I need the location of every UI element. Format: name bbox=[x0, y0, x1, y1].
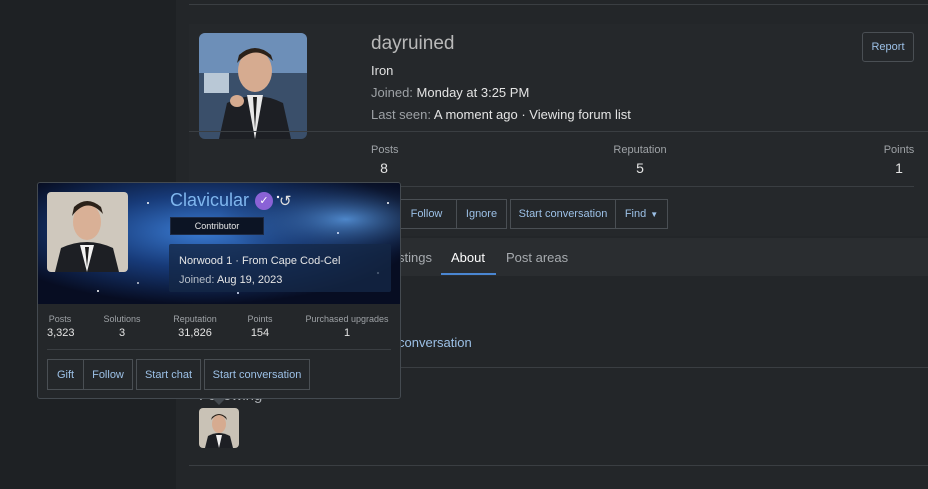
stat-reputation-value: 5 bbox=[636, 160, 644, 176]
tab-postings[interactable]: stings bbox=[398, 250, 432, 265]
tooltip-stat-solutions: Solutions 3 bbox=[100, 314, 144, 339]
tab-post-areas[interactable]: Post areas bbox=[506, 250, 568, 265]
joined-line: Joined: Monday at 3:25 PM bbox=[371, 85, 529, 100]
bottom-divider bbox=[189, 465, 928, 466]
start-conversation-button[interactable]: Start conversation bbox=[510, 199, 616, 229]
tooltip-username[interactable]: Clavicular ✓ ↺ bbox=[170, 190, 292, 211]
history-icon[interactable]: ↺ bbox=[279, 192, 292, 210]
find-button[interactable]: Find ▼ bbox=[615, 199, 668, 229]
stat-reputation-label: Reputation bbox=[613, 144, 667, 156]
tooltip-stat-posts-label: Posts bbox=[48, 314, 72, 324]
ignore-button[interactable]: Ignore bbox=[456, 199, 507, 229]
start-conversation-link[interactable]: conversation bbox=[398, 335, 472, 350]
last-seen-value: A moment ago · Viewing forum list bbox=[433, 107, 631, 122]
tooltip-location: Norwood 1 · From Cape Cod-Cel bbox=[179, 255, 341, 267]
contributor-badge: Contributor bbox=[170, 217, 264, 235]
tooltip-joined-line: Joined: Aug 19, 2023 bbox=[179, 271, 381, 290]
tab-about[interactable]: About bbox=[451, 250, 485, 265]
stat-posts: Posts 8 bbox=[371, 144, 399, 176]
gift-button[interactable]: Gift bbox=[47, 359, 84, 390]
tooltip-pointer bbox=[212, 398, 226, 405]
report-button[interactable]: Report bbox=[862, 32, 914, 62]
tooltip-avatar[interactable] bbox=[47, 192, 128, 272]
tooltip-stat-upgrades-label: Purchased upgrades bbox=[305, 314, 389, 324]
tooltip-start-conversation-button[interactable]: Start conversation bbox=[204, 359, 310, 390]
member-tooltip: Clavicular ✓ ↺ Contributor Norwood 1 · F… bbox=[37, 182, 401, 399]
tooltip-stat-points: Points 154 bbox=[245, 314, 275, 339]
stat-points-label: Points bbox=[883, 144, 915, 156]
tooltip-follow-button[interactable]: Follow bbox=[83, 359, 133, 390]
caret-down-icon: ▼ bbox=[650, 209, 659, 219]
tooltip-username-text: Clavicular bbox=[170, 190, 250, 210]
tooltip-info-box: Norwood 1 · From Cape Cod-Cel Joined: Au… bbox=[169, 244, 391, 292]
tooltip-stat-upgrades: Purchased upgrades 1 bbox=[300, 314, 394, 339]
tooltip-stat-points-value: 154 bbox=[250, 327, 270, 339]
tooltip-divider bbox=[47, 349, 391, 350]
tooltip-stat-posts-value: 3,323 bbox=[47, 327, 75, 339]
follow-button[interactable]: Follow bbox=[396, 199, 457, 229]
following-avatar[interactable] bbox=[199, 408, 239, 448]
start-chat-button[interactable]: Start chat bbox=[136, 359, 201, 390]
verified-check-icon: ✓ bbox=[255, 191, 274, 210]
joined-value: Monday at 3:25 PM bbox=[416, 85, 530, 100]
tooltip-stat-solutions-value: 3 bbox=[118, 327, 126, 339]
tooltip-stat-points-label: Points bbox=[247, 314, 273, 324]
profile-avatar[interactable] bbox=[199, 33, 307, 139]
stat-points-value: 1 bbox=[895, 160, 903, 176]
find-label: Find bbox=[624, 208, 647, 220]
stat-posts-label: Posts bbox=[371, 144, 399, 156]
stat-reputation: Reputation 5 bbox=[612, 144, 668, 176]
stat-points: Points 1 bbox=[882, 144, 916, 176]
tooltip-stat-reputation: Reputation 31,826 bbox=[169, 314, 221, 339]
stat-posts-value: 8 bbox=[380, 160, 388, 176]
tooltip-stat-solutions-label: Solutions bbox=[103, 314, 141, 324]
tooltip-stat-reputation-value: 31,826 bbox=[178, 327, 212, 339]
top-divider bbox=[189, 4, 928, 5]
stats-bottom-divider bbox=[371, 186, 914, 187]
tooltip-stat-reputation-label: Reputation bbox=[173, 314, 217, 324]
profile-rank: Iron bbox=[371, 63, 394, 78]
tooltip-stat-posts: Posts 3,323 bbox=[47, 314, 75, 339]
last-seen-line: Last seen: A moment ago · Viewing forum … bbox=[371, 107, 631, 122]
tooltip-joined-label: Joined: bbox=[179, 274, 215, 286]
profile-username: dayruined bbox=[371, 33, 455, 54]
tooltip-stat-upgrades-value: 1 bbox=[343, 327, 351, 339]
last-seen-label: Last seen: bbox=[371, 107, 431, 122]
active-tab-indicator bbox=[441, 273, 496, 275]
tooltip-joined-value: Aug 19, 2023 bbox=[216, 274, 283, 286]
stats-top-divider bbox=[189, 131, 928, 132]
joined-label: Joined: bbox=[371, 85, 413, 100]
